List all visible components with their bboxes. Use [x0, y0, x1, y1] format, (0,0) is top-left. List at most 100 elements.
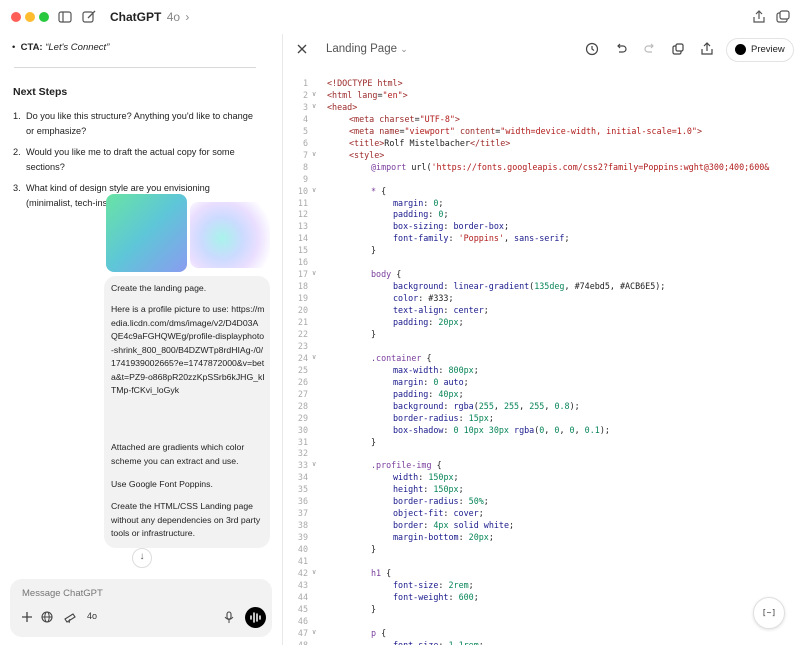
undo-icon[interactable] [613, 41, 629, 57]
line-number: 25 [297, 364, 308, 375]
code-line: 31} [283, 437, 800, 449]
code-text: } [371, 544, 377, 555]
cta-value: “Let's Connect” [45, 42, 110, 53]
fold-chevron-icon[interactable]: ∨ [312, 568, 316, 576]
code-text: body { [371, 269, 402, 280]
new-window-icon[interactable] [774, 8, 792, 26]
code-text: <title>Rolf Mistelbacher</title> [349, 137, 511, 148]
cta-line: • CTA: “Let's Connect” [12, 42, 109, 53]
model-selector[interactable]: 4o [167, 10, 180, 24]
preview-button[interactable]: Preview [726, 38, 794, 62]
line-number: 26 [297, 376, 308, 387]
gradient-attachment-1[interactable] [106, 194, 187, 272]
code-text: object-fit: cover; [393, 508, 484, 519]
line-number: 4 [302, 113, 308, 124]
message-paragraph: Create the landing page. [111, 283, 207, 293]
line-number: 47 [297, 627, 308, 638]
fold-chevron-icon[interactable]: ∨ [312, 90, 316, 98]
fold-chevron-icon[interactable]: ∨ [312, 353, 316, 361]
code-text: .container { [371, 352, 432, 363]
redo-icon[interactable] [642, 41, 658, 57]
fold-chevron-icon[interactable]: ∨ [312, 150, 316, 158]
canvas-title[interactable]: Landing Page ⌄ [326, 43, 408, 55]
canvas-pane: Landing Page ⌄ Preview 1 <!DOCTYPE html> 2… [283, 34, 800, 645]
copy-icon[interactable] [670, 41, 686, 57]
fold-chevron-icon[interactable]: ∨ [312, 102, 316, 110]
code-line: 41 [283, 556, 800, 568]
code-line: 17 ∨ body { [283, 269, 800, 281]
telescope-icon[interactable] [63, 610, 77, 624]
code-line: 24 ∨ .container { [283, 353, 800, 365]
plus-icon[interactable] [20, 610, 34, 624]
code-line: 21 padding: 20px; [283, 317, 800, 329]
fold-chevron-icon[interactable]: ∨ [312, 460, 316, 468]
globe-icon[interactable] [40, 610, 54, 624]
share-icon[interactable] [750, 8, 768, 26]
message-paragraph: Attached are gradients which color schem… [111, 442, 245, 466]
line-number: 15 [297, 245, 308, 256]
code-text: } [371, 328, 377, 339]
code-text: color: #333; [393, 293, 454, 304]
line-number: 30 [297, 424, 308, 435]
code-text: <meta name="viewport" content="width=dev… [349, 125, 702, 136]
message-input[interactable] [20, 587, 224, 600]
code-line: 3 ∨ <head> [283, 102, 800, 114]
line-number: 5 [302, 125, 308, 136]
code-text: padding: 0; [393, 209, 449, 220]
close-icon[interactable] [294, 41, 310, 57]
code-line: 36 border-radius: 50%; [283, 496, 800, 508]
fold-chevron-icon[interactable]: ∨ [312, 186, 316, 194]
history-icon[interactable] [584, 41, 600, 57]
code-text: } [371, 245, 377, 256]
share-icon[interactable] [699, 41, 715, 57]
maximize-window-icon[interactable] [39, 12, 49, 22]
code-line: 29 border-radius: 15px; [283, 413, 800, 425]
scroll-down-button[interactable]: ↓ [132, 548, 152, 568]
code-text: margin: 0; [393, 197, 444, 208]
code-line: 39 margin-bottom: 20px; [283, 532, 800, 544]
line-number: 38 [297, 520, 308, 531]
microphone-icon[interactable] [222, 610, 236, 624]
cta-label: CTA: [20, 42, 43, 53]
chevron-right-icon: › [185, 10, 190, 24]
sidebar-toggle-icon[interactable] [56, 8, 74, 26]
voice-mode-button[interactable] [245, 607, 266, 628]
gradient-attachment-2[interactable] [190, 202, 270, 268]
line-number: 17 [297, 269, 308, 280]
code-line: 34 width: 150px; [283, 472, 800, 484]
line-number: 28 [297, 400, 308, 411]
code-line: 7 ∨ <style> [283, 150, 800, 162]
list-text: Would you like me to draft the actual co… [26, 147, 235, 172]
code-text: p { [371, 627, 387, 638]
code-line: 26 margin: 0 auto; [283, 377, 800, 389]
line-number: 3 [302, 101, 308, 112]
minimize-window-icon[interactable] [25, 12, 35, 22]
line-number: 27 [297, 388, 308, 399]
code-text: @import url('https://fonts.googleapis.co… [371, 161, 770, 172]
code-line: 35 height: 150px; [283, 484, 800, 496]
fold-chevron-icon[interactable]: ∨ [312, 269, 316, 277]
close-window-icon[interactable] [11, 12, 21, 22]
preview-label: Preview [751, 44, 785, 55]
line-number: 36 [297, 496, 308, 507]
new-chat-icon[interactable] [80, 8, 98, 26]
code-editor[interactable]: 1 <!DOCTYPE html> 2 ∨ <html lang="en"> 3 ∨ <hea… [283, 78, 800, 645]
fold-chevron-icon[interactable]: ∨ [312, 628, 316, 636]
line-number: 6 [302, 137, 308, 148]
code-tools-button[interactable]: [~] [753, 597, 785, 629]
line-number: 42 [297, 567, 308, 578]
model-badge[interactable]: 4o [87, 611, 97, 621]
code-line: 1 <!DOCTYPE html> [283, 78, 800, 90]
code-line: 11 margin: 0; [283, 198, 800, 210]
app-title[interactable]: ChatGPT 4o › [110, 10, 189, 24]
message-composer: 4o [10, 579, 272, 637]
line-number: 35 [297, 484, 308, 495]
code-line: 27 padding: 40px; [283, 389, 800, 401]
line-number: 40 [297, 544, 308, 555]
code-text: font-family: 'Poppins', sans-serif; [393, 233, 570, 244]
code-text: box-shadow: 0 10px 30px rgba(0, 0, 0, 0.… [393, 424, 610, 435]
code-line: 46 [283, 616, 800, 628]
user-message-bubble: Create the landing page. Here is a profi… [104, 276, 270, 548]
list-number: 3. [13, 183, 21, 193]
code-line: 45} [283, 604, 800, 616]
